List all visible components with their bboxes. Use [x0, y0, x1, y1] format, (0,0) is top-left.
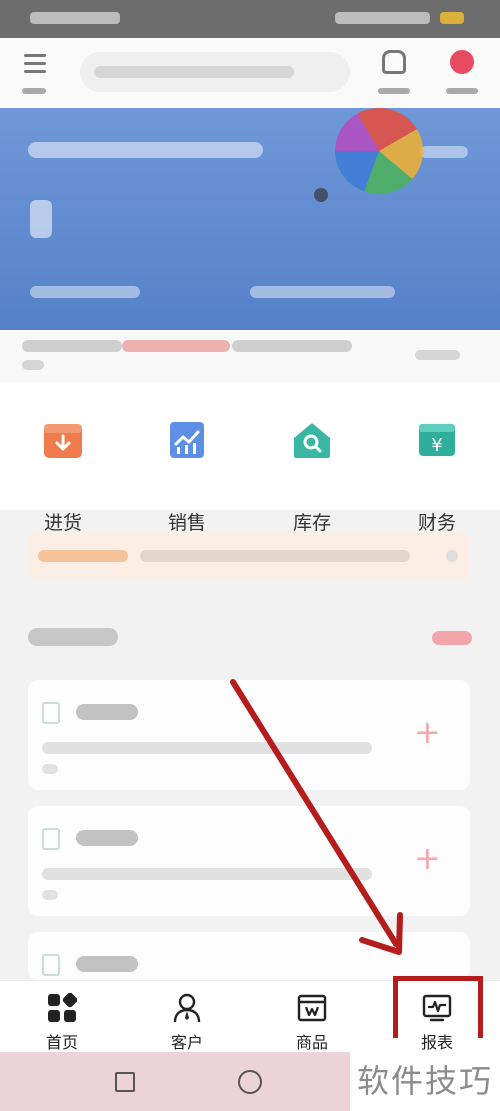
- banner-link[interactable]: [420, 146, 468, 158]
- status-indicators: [335, 12, 430, 24]
- service-button[interactable]: [444, 48, 480, 100]
- watermark-text: 软件技巧: [350, 1052, 500, 1111]
- recent-apps-button[interactable]: [115, 1072, 135, 1092]
- quick-action-label: 销售: [167, 512, 206, 534]
- inbound-box-icon: [44, 424, 82, 458]
- balloon-basket: [314, 188, 328, 202]
- quick-action-label: 库存: [292, 512, 331, 534]
- top-bar: [0, 38, 500, 108]
- store-banner[interactable]: [0, 108, 500, 330]
- tab-label: 首页: [45, 1033, 78, 1052]
- report-tab-highlight-box: [393, 976, 483, 1038]
- document-icon: [42, 702, 60, 724]
- menu-icon: [24, 54, 46, 57]
- notice-date: [122, 340, 230, 352]
- menu-button[interactable]: [20, 48, 50, 98]
- quick-action-inventory[interactable]: 库存: [267, 416, 357, 534]
- tab-label: 商品: [295, 1033, 328, 1052]
- chevron-right-icon: [446, 550, 458, 562]
- document-icon: [42, 828, 60, 850]
- quick-action-label: 财务: [417, 512, 456, 534]
- today-amount: [30, 200, 52, 238]
- quick-action-label: 进货: [43, 512, 82, 534]
- shortcut-card[interactable]: [28, 932, 470, 980]
- shortcut-card[interactable]: +: [28, 806, 470, 916]
- home-button[interactable]: [238, 1070, 262, 1094]
- store-name: [28, 142, 263, 158]
- system-nav-bar: [0, 1052, 350, 1111]
- customer-person-icon: [173, 993, 201, 1023]
- menu-caption: [22, 88, 46, 94]
- tab-goods[interactable]: 商品: [267, 987, 357, 1052]
- finance-yen-icon: ¥: [419, 424, 455, 456]
- sales-chart-icon: [170, 422, 204, 458]
- banner-stat-left: [30, 286, 140, 298]
- promo-banner[interactable]: [28, 532, 470, 580]
- quick-action-finance[interactable]: ¥ 财务: [392, 416, 482, 534]
- tab-customer[interactable]: 客户: [142, 987, 232, 1052]
- shortcut-card[interactable]: +: [28, 680, 470, 790]
- quick-action-inbound[interactable]: 进货: [18, 416, 108, 534]
- svg-text:¥: ¥: [431, 435, 442, 456]
- section-title: [28, 628, 118, 646]
- message-icon: [382, 50, 406, 74]
- notice-action[interactable]: [415, 350, 460, 360]
- quick-actions: 进货 销售 库存 ¥ 财务: [0, 382, 500, 534]
- status-bar: [0, 0, 500, 38]
- add-icon[interactable]: +: [414, 716, 441, 748]
- add-icon[interactable]: +: [414, 842, 441, 874]
- document-icon: [42, 954, 60, 976]
- quick-action-sales[interactable]: 销售: [142, 416, 232, 534]
- message-button[interactable]: [376, 48, 412, 100]
- tab-label: 客户: [170, 1033, 203, 1052]
- search-placeholder: [94, 66, 294, 78]
- banner-stat-right: [250, 286, 395, 298]
- tab-home[interactable]: 首页: [17, 987, 107, 1052]
- status-time: [30, 12, 120, 24]
- goods-box-icon: [297, 994, 327, 1022]
- notice-row[interactable]: [0, 330, 500, 382]
- home-grid-icon: [48, 993, 77, 1022]
- hot-air-balloon-illustration: [335, 108, 423, 194]
- inventory-house-icon: [294, 423, 330, 458]
- section-edit-link[interactable]: [432, 631, 472, 645]
- search-input[interactable]: [80, 52, 350, 92]
- service-icon: [450, 50, 474, 74]
- battery-icon: [440, 12, 464, 24]
